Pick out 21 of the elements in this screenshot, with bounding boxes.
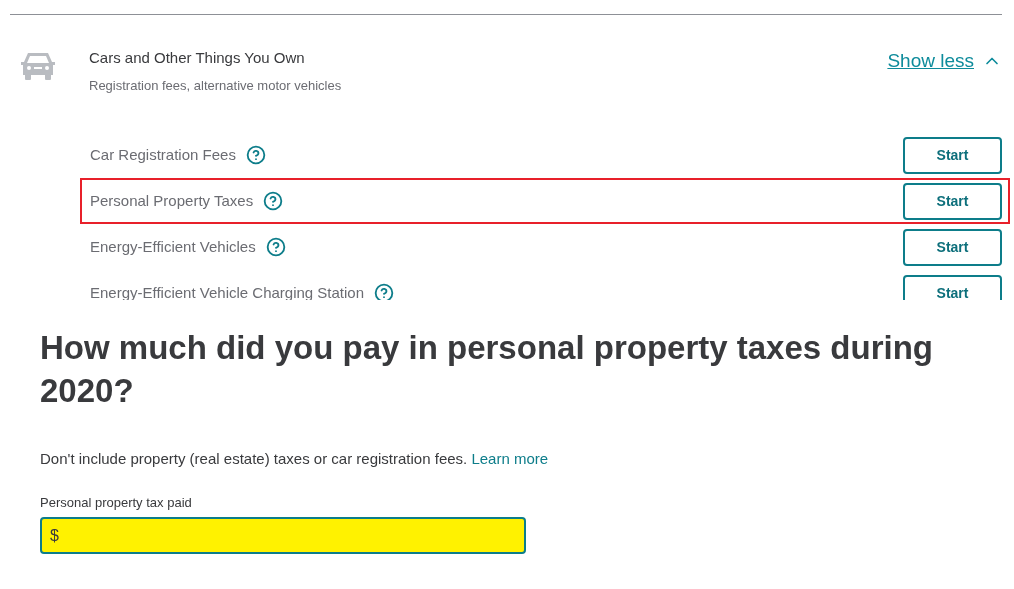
help-icon[interactable]: [245, 145, 266, 165]
learn-more-link[interactable]: Learn more: [471, 450, 549, 467]
help-icon[interactable]: [265, 237, 286, 257]
item-label: Energy-Efficient Vehicle Charging Station: [90, 282, 365, 300]
section-subtitle: Registration fees, alternative motor vehicles: [89, 76, 342, 95]
car-icon: [20, 51, 56, 81]
field-label: Personal property tax paid: [40, 493, 193, 512]
item-label: Car Registration Fees: [90, 144, 236, 165]
start-button[interactable]: Start: [903, 182, 1002, 220]
start-button[interactable]: Start: [903, 228, 1002, 266]
item-label: Personal Property Taxes: [90, 190, 254, 211]
section-title: Cars and Other Things You Own: [89, 48, 306, 68]
question-heading: How much did you pay in personal property taxes during 2020?: [40, 328, 934, 411]
note-text: Don't include property (real estate) taxes or car registration fees. Learn more: [40, 449, 550, 469]
item-label: Energy-Efficient Vehicles: [90, 236, 256, 257]
start-button[interactable]: Start: [903, 274, 1002, 300]
start-button[interactable]: Start: [903, 136, 1002, 174]
tax-paid-field[interactable]: $: [40, 517, 526, 554]
show-less-link[interactable]: Show less: [887, 47, 1002, 76]
help-icon[interactable]: [263, 191, 284, 211]
help-icon[interactable]: [374, 283, 395, 300]
